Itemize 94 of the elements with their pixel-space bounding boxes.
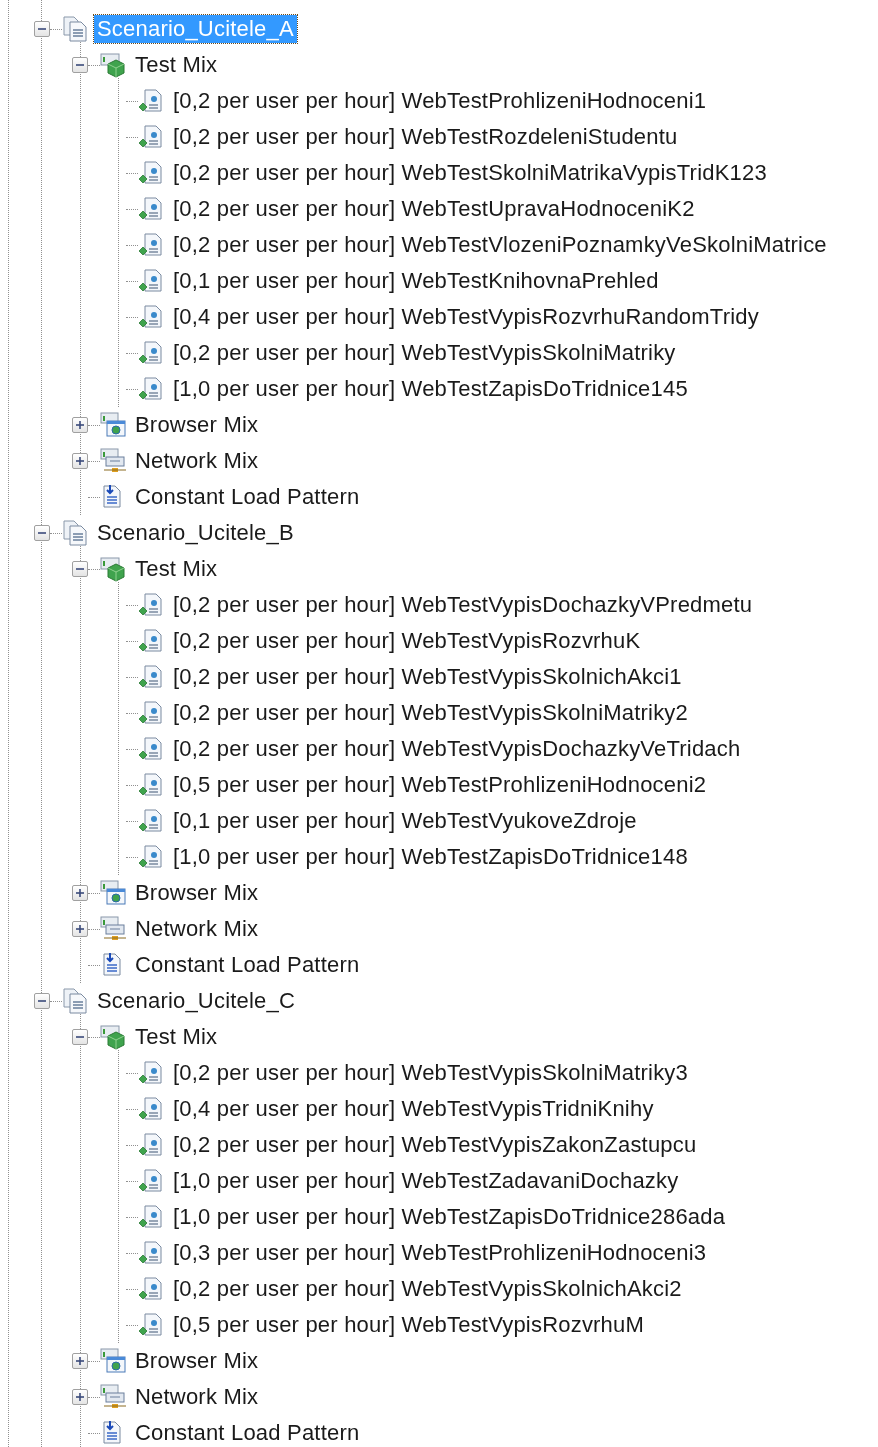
tree-item[interactable]: Browser Mix — [132, 1347, 262, 1375]
documents-icon — [62, 988, 88, 1014]
tree-item[interactable]: Scenario_Ucitele_B — [94, 519, 297, 547]
tree-item[interactable]: [0,2 per user per hour] WebTestVypisRozvrhuK — [170, 627, 644, 655]
web-test-icon — [138, 304, 164, 330]
web-test-icon — [138, 592, 164, 618]
network-computer-icon — [100, 1384, 126, 1410]
tree-item[interactable]: [0,2 per user per hour] WebTestProhlizeniHodnoceni1 — [170, 87, 710, 115]
tree-item[interactable]: [1,0 per user per hour] WebTestZapisDoTridnice286ada — [170, 1203, 729, 1231]
plus-icon — [75, 1356, 85, 1366]
cube-card-icon — [100, 52, 126, 78]
tree-item[interactable]: [0,2 per user per hour] WebTestVlozeniPoznamkyVeSkolniMatrice — [170, 231, 830, 259]
tree-item[interactable]: Test Mix — [132, 555, 221, 583]
collapse-button[interactable] — [34, 525, 50, 541]
tree-item[interactable]: Network Mix — [132, 447, 262, 475]
web-test-icon — [138, 664, 164, 690]
browser-window-icon — [100, 1348, 126, 1374]
web-test-icon — [138, 1276, 164, 1302]
tree-item[interactable]: [0,2 per user per hour] WebTestVypisDochazkyVPredmetu — [170, 591, 756, 619]
web-test-icon — [138, 628, 164, 654]
tree-item[interactable]: [0,3 per user per hour] WebTestProhlizeniHodnoceni3 — [170, 1239, 710, 1267]
web-test-icon — [138, 160, 164, 186]
tree-item[interactable]: [0,2 per user per hour] WebTestVypisSkolnichAkci1 — [170, 663, 685, 691]
tree-item[interactable]: [0,2 per user per hour] WebTestVypisSkolnichAkci2 — [170, 1275, 685, 1303]
web-test-icon — [138, 268, 164, 294]
tree-item[interactable]: Network Mix — [132, 1383, 262, 1411]
tree-item[interactable]: Scenario_Ucitele_C — [94, 987, 299, 1015]
tree-item[interactable]: [0,5 per user per hour] WebTestVypisRozvrhuM — [170, 1311, 647, 1339]
web-test-icon — [138, 376, 164, 402]
collapse-button[interactable] — [72, 1029, 88, 1045]
network-computer-icon — [100, 448, 126, 474]
collapse-button[interactable] — [72, 561, 88, 577]
expand-button[interactable] — [72, 885, 88, 901]
tree-item[interactable]: [1,0 per user per hour] WebTestZapisDoTridnice145 — [170, 375, 691, 403]
plus-icon — [75, 924, 85, 934]
cube-card-icon — [100, 1024, 126, 1050]
tree-item[interactable]: [0,2 per user per hour] WebTestVypisDochazkyVeTridach — [170, 735, 744, 763]
web-test-icon — [138, 1204, 164, 1230]
web-test-icon — [138, 232, 164, 258]
web-test-icon — [138, 124, 164, 150]
plus-icon — [75, 420, 85, 430]
web-test-icon — [138, 196, 164, 222]
web-test-icon — [138, 88, 164, 114]
collapse-button[interactable] — [34, 21, 50, 37]
collapse-button[interactable] — [34, 993, 50, 1009]
web-test-icon — [138, 808, 164, 834]
documents-icon — [62, 520, 88, 546]
tree-item[interactable]: [0,1 per user per hour] WebTestKnihovnaPrehled — [170, 267, 662, 295]
web-test-icon — [138, 700, 164, 726]
web-test-icon — [138, 772, 164, 798]
tree-item[interactable]: [0,5 per user per hour] WebTestProhlizeniHodnoceni2 — [170, 771, 710, 799]
plus-icon — [75, 888, 85, 898]
expand-button[interactable] — [72, 921, 88, 937]
tree-item[interactable]: Constant Load Pattern — [132, 951, 363, 979]
web-test-icon — [138, 1132, 164, 1158]
plus-icon — [75, 456, 85, 466]
web-test-icon — [138, 1096, 164, 1122]
cube-card-icon — [100, 556, 126, 582]
tree-item[interactable]: [0,2 per user per hour] WebTestVypisZakonZastupcu — [170, 1131, 700, 1159]
browser-window-icon — [100, 880, 126, 906]
browser-window-icon — [100, 412, 126, 438]
tree-item[interactable]: Test Mix — [132, 1023, 221, 1051]
network-computer-icon — [100, 916, 126, 942]
collapse-button[interactable] — [72, 57, 88, 73]
web-test-icon — [138, 1312, 164, 1338]
web-test-icon — [138, 1168, 164, 1194]
tree-item[interactable]: Test Mix — [132, 51, 221, 79]
web-test-icon — [138, 844, 164, 870]
tree-item[interactable]: [0,2 per user per hour] WebTestRozdeleniStudentu — [170, 123, 681, 151]
tree-item[interactable]: [0,4 per user per hour] WebTestVypisRozvrhuRandomTridy — [170, 303, 762, 331]
expand-button[interactable] — [72, 1389, 88, 1405]
tree-item[interactable]: Constant Load Pattern — [132, 483, 363, 511]
tree-item[interactable]: [0,4 per user per hour] WebTestVypisTridniKnihy — [170, 1095, 657, 1123]
web-test-icon — [138, 736, 164, 762]
tree-item[interactable]: [1,0 per user per hour] WebTestZapisDoTridnice148 — [170, 843, 691, 871]
plus-icon — [75, 1392, 85, 1402]
web-test-icon — [138, 340, 164, 366]
tree-item[interactable]: Network Mix — [132, 915, 262, 943]
tree-item[interactable]: [1,0 per user per hour] WebTestZadavaniDochazky — [170, 1167, 682, 1195]
tree-item[interactable]: [0,2 per user per hour] WebTestSkolniMatrikaVypisTridK123 — [170, 159, 770, 187]
web-test-icon — [138, 1240, 164, 1266]
tree-item[interactable]: Constant Load Pattern — [132, 1419, 363, 1447]
web-test-icon — [138, 1060, 164, 1086]
tree-item[interactable]: [0,1 per user per hour] WebTestVyukoveZdroje — [170, 807, 640, 835]
tree-item[interactable]: [0,2 per user per hour] WebTestVypisSkolniMatriky — [170, 339, 679, 367]
expand-button[interactable] — [72, 417, 88, 433]
tree-item[interactable]: [0,2 per user per hour] WebTestVypisSkolniMatriky2 — [170, 699, 691, 727]
expand-button[interactable] — [72, 1353, 88, 1369]
tree-item[interactable]: [0,2 per user per hour] WebTestUpravaHodnoceniK2 — [170, 195, 698, 223]
expand-button[interactable] — [72, 453, 88, 469]
tree-item[interactable]: Browser Mix — [132, 879, 262, 907]
documents-icon — [62, 16, 88, 42]
tree-item[interactable]: [0,2 per user per hour] WebTestVypisSkolniMatriky3 — [170, 1059, 691, 1087]
tree-item[interactable]: Browser Mix — [132, 411, 262, 439]
